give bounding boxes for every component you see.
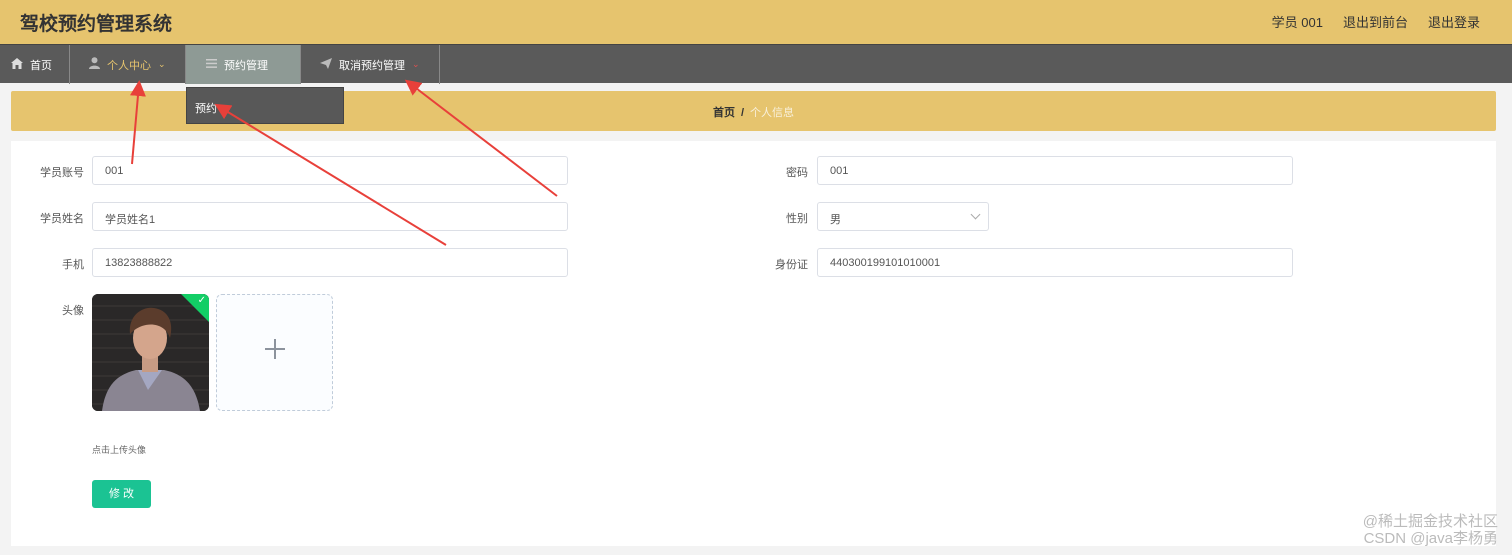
password-input[interactable]: 001 (817, 156, 1293, 185)
avatar-upload-button[interactable] (216, 294, 333, 411)
send-icon (320, 57, 332, 72)
breadcrumb-separator: / (740, 107, 745, 119)
chevron-down-icon (970, 209, 981, 220)
nav-item-personal-center[interactable]: 个人中心 ⌄ (70, 45, 186, 84)
name-label: 学员姓名 (40, 213, 84, 225)
app-title: 驾校预约管理系统 (20, 13, 173, 35)
breadcrumb-current: 个人信息 (750, 107, 795, 119)
idcard-input[interactable]: 440300199101010001 (817, 248, 1293, 277)
phone-input[interactable]: 13823888822 (92, 248, 568, 277)
main-nav: 首页 个人中心 ⌄ 预约管理 取消预约管理 ⌄ (0, 44, 1512, 84)
avatar-label: 头像 (62, 305, 84, 317)
password-label: 密码 (786, 167, 808, 179)
nav-item-label: 个人中心 (107, 59, 151, 72)
gender-select[interactable]: 男 (817, 202, 989, 231)
list-icon (206, 58, 217, 71)
phone-label: 手机 (62, 259, 84, 271)
account-label: 学员账号 (40, 167, 84, 179)
top-actions: 学员 001 退出到前台 退出登录 (1272, 12, 1480, 31)
watermark-line-1: @稀土掘金技术社区 (1362, 513, 1498, 530)
account-input[interactable]: 001 (92, 156, 568, 185)
nav-item-booking-management[interactable]: 预约管理 (186, 45, 301, 84)
watermark: @稀土掘金技术社区 CSDN @java李杨勇 (1363, 513, 1498, 547)
watermark-line-2: CSDN @java李杨勇 (1363, 530, 1498, 547)
avatar-photo (92, 294, 209, 411)
breadcrumb-home[interactable]: 首页 (713, 107, 735, 119)
nav-item-cancel-booking[interactable]: 取消预约管理 ⌄ (301, 45, 440, 84)
top-header: 驾校预约管理系统 学员 001 退出到前台 退出登录 (0, 0, 1512, 44)
home-icon (11, 57, 23, 72)
user-icon (89, 57, 100, 72)
nav-item-label: 首页 (30, 59, 52, 72)
nav-item-label: 预约管理 (224, 59, 268, 72)
chevron-down-icon: ⌄ (412, 59, 420, 69)
submit-button[interactable]: 修 改 (92, 480, 151, 508)
avatar-image[interactable]: ✓ (92, 294, 209, 411)
gender-select-value: 男 (830, 214, 841, 226)
current-user-label[interactable]: 学员 001 (1272, 12, 1323, 31)
gender-label: 性别 (786, 213, 808, 225)
booking-dropdown-item[interactable]: 预约 (186, 87, 344, 124)
check-icon: ✓ (197, 295, 206, 306)
upload-hint: 点击上传头像 (92, 445, 147, 455)
chevron-down-icon: ⌄ (158, 59, 166, 69)
nav-item-home[interactable]: 首页 (0, 45, 70, 84)
plus-icon (265, 339, 285, 359)
name-input[interactable]: 学员姓名1 (92, 202, 568, 231)
exit-to-front-link[interactable]: 退出到前台 (1343, 12, 1408, 31)
logout-link[interactable]: 退出登录 (1428, 12, 1480, 31)
nav-item-label: 取消预约管理 (339, 59, 405, 72)
idcard-label: 身份证 (775, 259, 808, 271)
